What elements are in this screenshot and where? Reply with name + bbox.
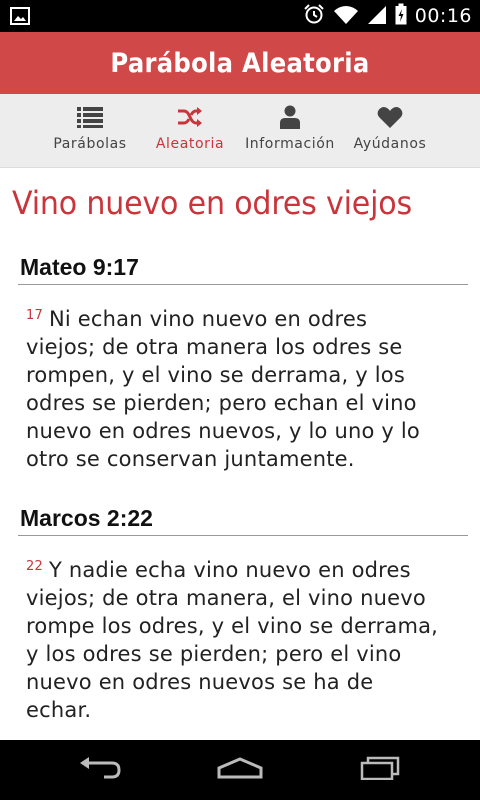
tab-aleatoria[interactable]: Aleatoria [140, 94, 240, 168]
verse-line: echar. [26, 698, 92, 722]
verse-line: rompen, y el vino se derrama, y los [26, 363, 405, 387]
home-icon [216, 756, 264, 784]
verse-number: 17 [26, 308, 43, 323]
system-nav-bar [0, 740, 480, 800]
verse-line: 22 Y nadie echa vino nuevo en odres [26, 558, 411, 582]
verse-line: y los odres se pierden; pero el vino [26, 642, 402, 666]
passage-reference: Mateo 9:17 [20, 254, 139, 280]
list-icon [77, 105, 103, 129]
verse-line: rompe los odres, y el vino se derrama, [26, 614, 439, 638]
status-time: 00:16 [414, 5, 472, 27]
verse-line: nuevo en odres nuevos se ha de [26, 670, 374, 694]
shuffle-icon [177, 105, 203, 129]
passage-heading: Marcos 2:22 [18, 503, 468, 536]
divider [18, 284, 468, 285]
parable-title: Vino nuevo en odres viejos [12, 184, 412, 222]
passage-reference: Marcos 2:22 [20, 505, 153, 531]
tab-label: Ayúdanos [353, 136, 427, 152]
heart-icon [377, 105, 403, 129]
verse-line: viejos; de otra manera los odres se [26, 335, 403, 359]
tab-bar: Parábolas Aleatoria Información Ayúdanos [0, 94, 480, 168]
tab-label: Información [245, 136, 335, 152]
verse-line: otro se conservan juntamente. [26, 447, 355, 471]
tab-informacion[interactable]: Información [240, 94, 340, 168]
signal-icon [367, 3, 387, 30]
verse-line: odres se pierden; pero echan el vino [26, 391, 417, 415]
verse-text: 22 Y nadie echa vino nuevo en odres viejo… [26, 556, 466, 724]
verse-line: viejos; de otra manera, el vino nuevo [26, 586, 426, 610]
back-button[interactable] [60, 740, 140, 800]
parable-content[interactable]: Vino nuevo en odres viejos Mateo 9:17 17… [0, 168, 480, 740]
passage-heading: Mateo 9:17 [18, 252, 468, 285]
recent-apps-button[interactable] [340, 740, 420, 800]
image-notification-icon [10, 7, 30, 30]
tab-label: Parábolas [53, 136, 127, 152]
tab-ayudanos[interactable]: Ayúdanos [340, 94, 440, 168]
verse-line: 17 Ni echan vino nuevo en odres [26, 307, 368, 331]
home-button[interactable] [200, 740, 280, 800]
verse-number: 22 [26, 559, 43, 574]
recent-apps-icon [360, 756, 400, 785]
alarm-icon [303, 3, 325, 30]
verse-text: 17 Ni echan vino nuevo en odres viejos; d… [26, 305, 466, 473]
verse-line: nuevo en odres nuevos, y lo uno y lo [26, 419, 420, 443]
back-icon [78, 756, 122, 785]
tab-label: Aleatoria [155, 136, 225, 152]
battery-icon [395, 3, 407, 30]
app-title: Parábola Aleatoria [110, 47, 370, 79]
divider [18, 535, 468, 536]
status-bar: 00:16 [0, 0, 480, 32]
tab-parabolas[interactable]: Parábolas [40, 94, 140, 168]
person-icon [279, 105, 301, 129]
wifi-icon [333, 3, 359, 30]
app-title-bar: Parábola Aleatoria [0, 32, 480, 94]
